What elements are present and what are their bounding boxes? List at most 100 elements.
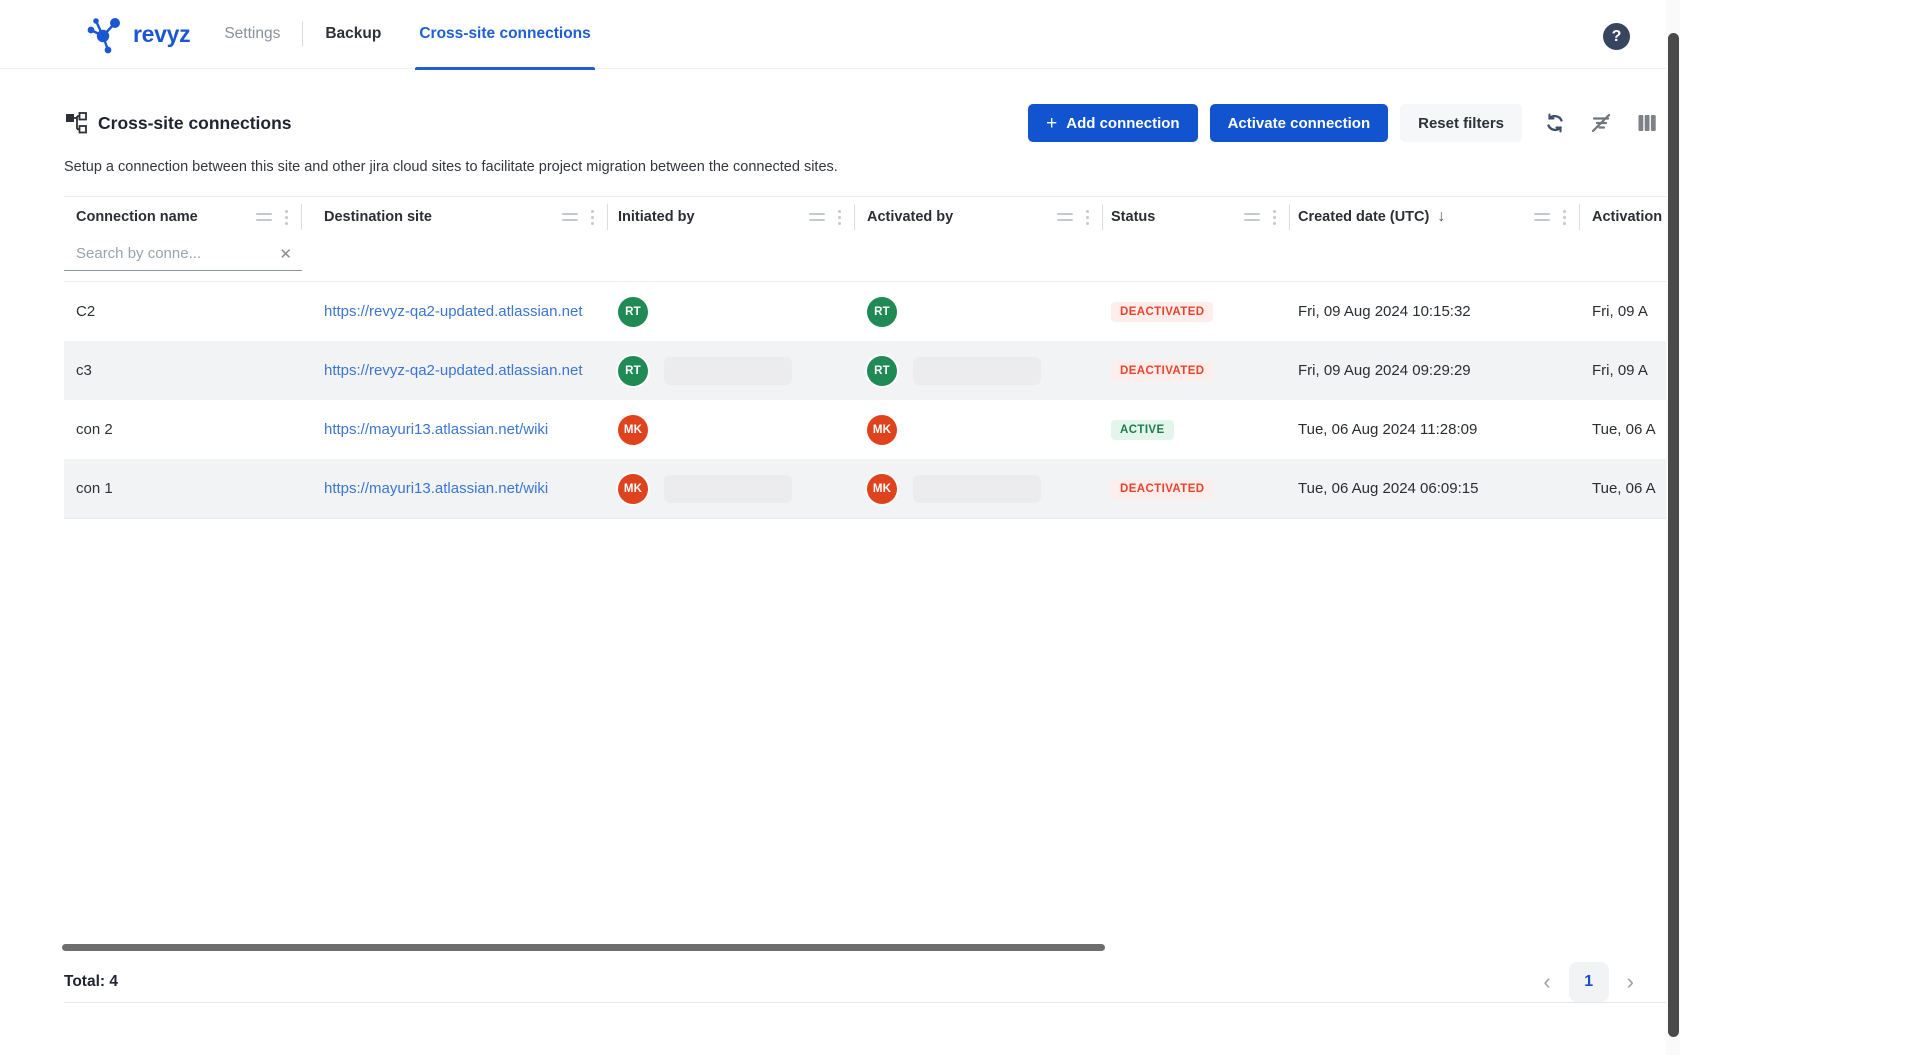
column-label: Created date (UTC) — [1298, 209, 1429, 225]
tab-settings[interactable]: Settings — [224, 0, 280, 69]
filter-menu-icon[interactable] — [809, 213, 825, 221]
column-header-activation-date: Activation date (UTC) — [1580, 197, 1668, 237]
column-label: Initiated by — [618, 209, 695, 225]
created-date: Fri, 09 Aug 2024 09:29:29 — [1298, 362, 1471, 379]
column-header-status: Status — [1103, 197, 1290, 237]
table-row: con 1 https://mayuri13.atlassian.net/wik… — [64, 459, 1668, 518]
vertical-scrollbar[interactable] — [1668, 33, 1679, 1037]
table-filter-row: ✕ — [64, 237, 1668, 282]
page-title: Cross-site connections — [98, 113, 292, 134]
filter-menu-icon[interactable] — [1244, 213, 1260, 221]
filter-menu-icon[interactable] — [1057, 213, 1073, 221]
page-subtitle: Setup a connection between this site and… — [64, 159, 838, 175]
column-menu-icon[interactable] — [1273, 210, 1276, 225]
status-badge: ACTIVE — [1111, 420, 1174, 440]
activate-connection-button[interactable]: Activate connection — [1210, 104, 1389, 142]
page-number[interactable]: 1 — [1569, 962, 1609, 1002]
name-skeleton — [913, 475, 1041, 503]
activation-date: Fri, 09 A — [1592, 362, 1648, 379]
status-badge: DEACTIVATED — [1111, 361, 1213, 381]
column-header-destination-site: Destination site — [302, 197, 608, 237]
status-badge: DEACTIVATED — [1111, 479, 1213, 499]
column-header-connection-name: Connection name — [64, 197, 302, 237]
connection-name: con 1 — [76, 480, 113, 497]
destination-link[interactable]: https://mayuri13.atlassian.net/wiki — [324, 480, 548, 497]
nav-divider — [302, 22, 303, 46]
table-footer: Total: 4 ‹ 1 › — [64, 961, 1668, 1003]
activation-date: Tue, 06 A — [1592, 421, 1656, 438]
connection-name: con 2 — [76, 421, 113, 438]
top-navigation: revyz Settings Backup Cross-site connect… — [0, 0, 1668, 69]
table-row: C2 https://revyz-qa2-updated.atlassian.n… — [64, 282, 1668, 341]
tab-cross-site-connections[interactable]: Cross-site connections — [419, 0, 590, 69]
next-page-icon[interactable]: › — [1623, 971, 1638, 993]
created-date: Tue, 06 Aug 2024 11:28:09 — [1298, 421, 1477, 438]
destination-link[interactable]: https://revyz-qa2-updated.atlassian.net — [324, 303, 583, 320]
column-menu-icon[interactable] — [1563, 210, 1566, 225]
destination-link[interactable]: https://mayuri13.atlassian.net/wiki — [324, 421, 548, 438]
table-body: C2 https://revyz-qa2-updated.atlassian.n… — [64, 282, 1668, 518]
total-count: Total: 4 — [64, 973, 118, 991]
avatar: MK — [618, 415, 648, 445]
filter-menu-icon[interactable] — [562, 213, 578, 221]
column-header-activated-by: Activated by — [855, 197, 1103, 237]
revyz-molecule-icon — [86, 12, 126, 56]
help-icon[interactable]: ? — [1603, 23, 1630, 50]
created-date: Tue, 06 Aug 2024 06:09:15 — [1298, 480, 1478, 497]
column-menu-icon[interactable] — [1086, 210, 1089, 225]
connection-name: c3 — [76, 362, 92, 379]
sort-desc-icon[interactable]: ↓ — [1437, 208, 1445, 226]
column-label: Connection name — [76, 209, 198, 225]
column-label: Status — [1111, 209, 1155, 225]
column-menu-icon[interactable] — [591, 210, 594, 225]
toolbar-icons — [1542, 110, 1660, 136]
avatar: RT — [618, 297, 648, 327]
add-connection-label: Add connection — [1066, 115, 1179, 132]
status-badge: DEACTIVATED — [1111, 302, 1213, 322]
table-row: con 2 https://mayuri13.atlassian.net/wik… — [64, 400, 1668, 459]
search-box: ✕ — [64, 237, 302, 271]
column-menu-icon[interactable] — [285, 210, 288, 225]
filter-menu-icon[interactable] — [256, 213, 272, 221]
connections-table: Connection name Destination site Initiat… — [64, 196, 1668, 519]
brand-name: revyz — [133, 21, 190, 48]
activation-date: Tue, 06 A — [1592, 480, 1656, 497]
avatar: RT — [867, 356, 897, 386]
column-menu-icon[interactable] — [838, 210, 841, 225]
column-header-created-date: Created date (UTC) ↓ — [1290, 197, 1580, 237]
destination-link[interactable]: https://revyz-qa2-updated.atlassian.net — [324, 362, 583, 379]
name-skeleton — [664, 475, 792, 503]
table-header-row: Connection name Destination site Initiat… — [64, 197, 1668, 237]
activation-date: Fri, 09 A — [1592, 303, 1648, 320]
search-input[interactable] — [76, 245, 275, 262]
tab-backup[interactable]: Backup — [325, 0, 381, 69]
add-connection-button[interactable]: + Add connection — [1028, 104, 1197, 142]
columns-icon[interactable] — [1634, 110, 1660, 136]
avatar: RT — [618, 356, 648, 386]
connection-name: C2 — [76, 303, 95, 320]
filter-off-icon[interactable] — [1588, 110, 1614, 136]
plus-icon: + — [1046, 114, 1057, 133]
column-header-initiated-by: Initiated by — [608, 197, 855, 237]
avatar: MK — [867, 415, 897, 445]
page-title-wrap: Cross-site connections — [64, 111, 292, 135]
toolbar: + Add connection Activate connection Res… — [1028, 104, 1660, 142]
refresh-icon[interactable] — [1542, 110, 1568, 136]
prev-page-icon[interactable]: ‹ — [1539, 971, 1554, 993]
filter-menu-icon[interactable] — [1534, 213, 1550, 221]
column-label: Activated by — [867, 209, 953, 225]
brand-logo[interactable]: revyz — [86, 12, 190, 56]
clear-search-icon[interactable]: ✕ — [275, 243, 296, 265]
sitemap-icon — [64, 111, 88, 135]
avatar: RT — [867, 297, 897, 327]
avatar: MK — [618, 474, 648, 504]
avatar: MK — [867, 474, 897, 504]
table-bottom-border — [64, 518, 1668, 519]
table-row: c3 https://revyz-qa2-updated.atlassian.n… — [64, 341, 1668, 400]
page-header: Cross-site connections + Add connection … — [64, 103, 1660, 143]
name-skeleton — [664, 357, 792, 385]
column-label: Destination site — [324, 209, 432, 225]
pagination: ‹ 1 › — [1539, 962, 1638, 1002]
horizontal-scrollbar[interactable] — [62, 944, 1105, 951]
reset-filters-button[interactable]: Reset filters — [1400, 104, 1522, 142]
